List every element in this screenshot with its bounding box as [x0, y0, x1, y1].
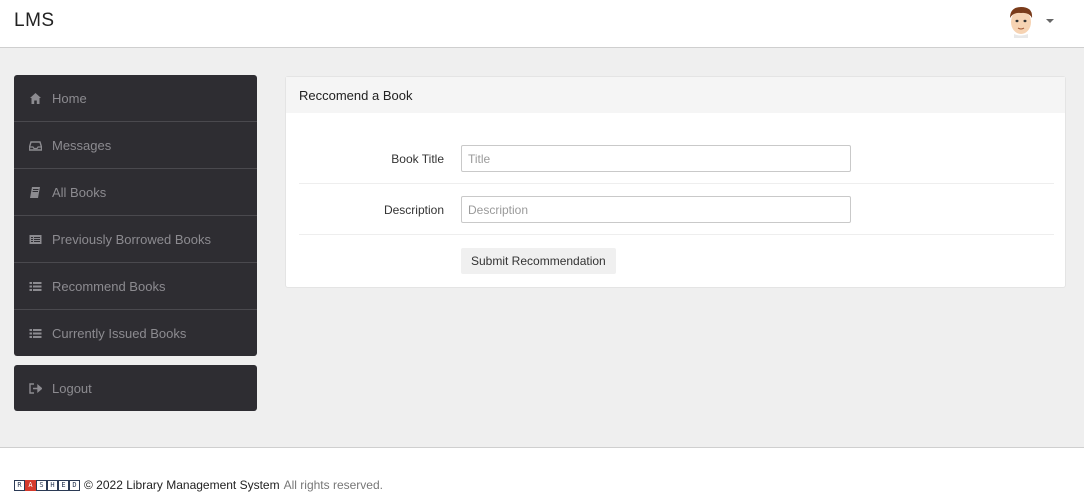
user-menu[interactable]: [1004, 4, 1060, 38]
sidebar-item-label: Recommend Books: [52, 278, 166, 294]
logo-letter: R: [14, 479, 25, 491]
sidebar-item-messages[interactable]: Messages: [14, 122, 257, 169]
sidebar: Home Messages All Books Previously Borro…: [14, 75, 257, 356]
sidebar-item-all-books[interactable]: All Books: [14, 169, 257, 216]
logo-letter: H: [47, 479, 58, 491]
logo-letter: S: [36, 479, 47, 491]
home-icon: [29, 92, 42, 105]
list-alt-icon: [29, 233, 42, 246]
book-title-input[interactable]: [461, 145, 851, 172]
recommend-panel: Reccomend a Book Book Title Description …: [285, 76, 1066, 288]
footer: R A S H E D © 2022 Library Management Sy…: [0, 447, 1084, 498]
logo-letter: E: [58, 479, 69, 491]
sidebar-item-label: Home: [52, 90, 87, 106]
sidebar-item-label: All Books: [52, 184, 107, 200]
sign-out-icon: [29, 382, 42, 395]
brand-title[interactable]: LMS: [14, 10, 55, 32]
sidebar-item-label: Currently Issued Books: [52, 326, 187, 341]
inbox-icon: [29, 139, 42, 152]
book-icon: [29, 186, 42, 199]
footer-content: R A S H E D © 2022 Library Management Sy…: [14, 478, 383, 492]
sidebar-item-recommend-books[interactable]: Recommend Books: [14, 263, 257, 310]
sidebar-item-home[interactable]: Home: [14, 75, 257, 122]
submit-recommendation-button[interactable]: Submit Recommendation: [461, 248, 616, 274]
top-navbar: LMS: [0, 0, 1084, 48]
panel-title: Reccomend a Book: [286, 77, 1065, 113]
rights-text: All rights reserved.: [283, 478, 383, 492]
book-title-row: Book Title: [299, 133, 1054, 184]
brand-logo: R A S H E D: [14, 479, 80, 491]
list-icon: [29, 327, 42, 340]
sidebar-item-label: Previously Borrowed Books: [52, 231, 211, 247]
logout-label: Logout: [52, 380, 92, 396]
logout-container: Logout: [14, 365, 257, 411]
sidebar-item-currently-issued[interactable]: Currently Issued Books: [14, 310, 257, 357]
book-title-label: Book Title: [391, 151, 444, 166]
list-icon: [29, 280, 42, 293]
description-input[interactable]: [461, 196, 851, 223]
avatar-icon[interactable]: [1004, 4, 1038, 38]
sidebar-item-previously-borrowed[interactable]: Previously Borrowed Books: [14, 216, 257, 263]
logout-button[interactable]: Logout: [14, 365, 257, 411]
copyright-text: © 2022 Library Management System: [84, 478, 280, 492]
logo-letter: A: [25, 479, 36, 491]
description-label: Description: [383, 202, 444, 217]
description-row: Description: [299, 184, 1054, 235]
caret-down-icon[interactable]: [1046, 19, 1054, 23]
sidebar-item-label: Messages: [52, 137, 112, 153]
logo-letter: D: [69, 479, 80, 491]
